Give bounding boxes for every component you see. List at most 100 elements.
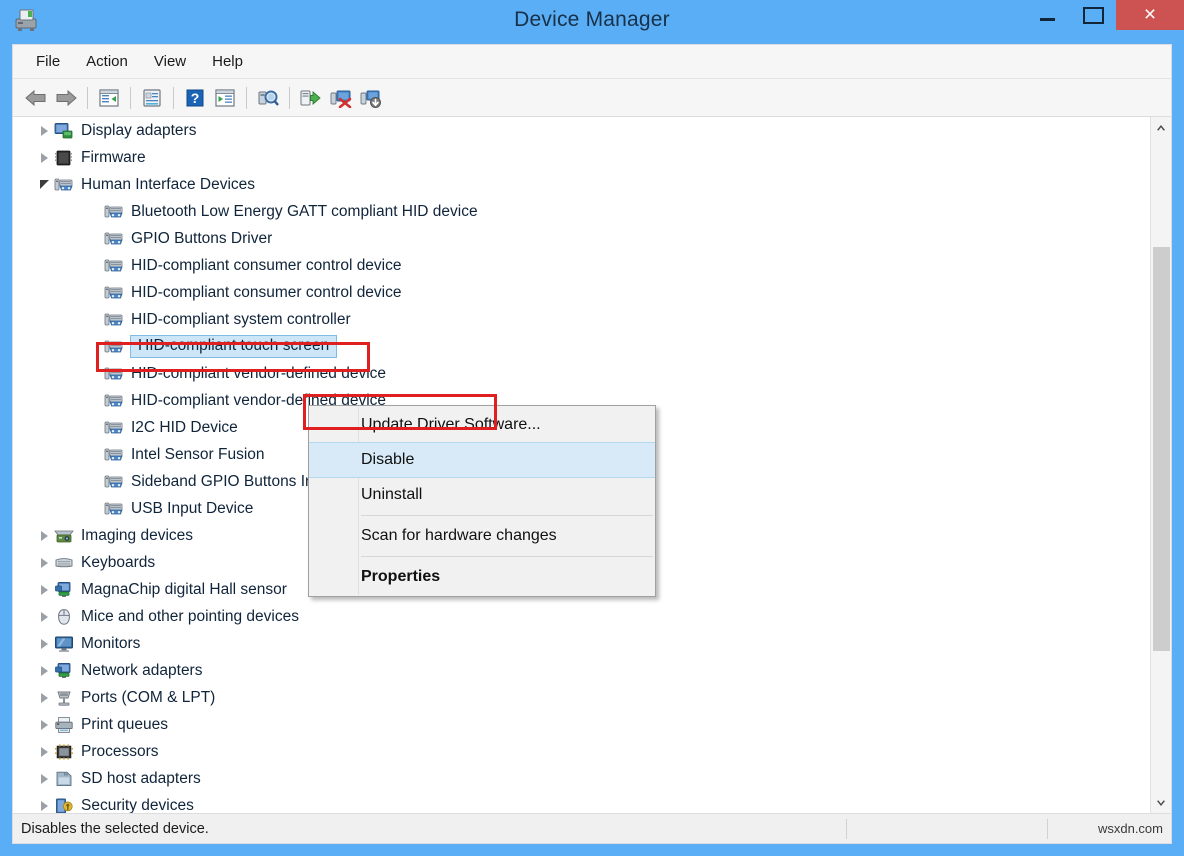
tree-indent <box>85 441 103 468</box>
vertical-scrollbar[interactable] <box>1150 117 1171 813</box>
tree-node[interactable]: Monitors <box>13 630 1149 657</box>
disable-device-icon[interactable] <box>326 84 356 112</box>
firmware-chip-icon <box>53 148 75 168</box>
forward-arrow-icon[interactable] <box>51 84 81 112</box>
context-menu[interactable]: Update Driver Software... Disable Uninst… <box>308 405 656 597</box>
tree-node[interactable]: Human Interface Devices <box>13 171 1149 198</box>
context-menu-item-update-driver[interactable]: Update Driver Software... <box>309 408 655 442</box>
uninstall-device-icon[interactable] <box>356 84 386 112</box>
monitor-icon <box>53 634 75 654</box>
chevron-right-icon[interactable] <box>35 657 53 684</box>
tree-node[interactable]: Firmware <box>13 144 1149 171</box>
tree-node-label: Ports (COM & LPT) <box>81 689 223 707</box>
chevron-right-icon[interactable] <box>35 738 53 765</box>
tree-node[interactable]: Network adapters <box>13 657 1149 684</box>
tree-node-label: Print queues <box>81 716 176 734</box>
maximize-button[interactable] <box>1070 0 1116 30</box>
scroll-up-icon[interactable] <box>1151 117 1171 137</box>
watermark: wsxdn.com <box>1048 821 1171 836</box>
maximize-icon <box>1083 7 1104 24</box>
tree-node-label: HID-compliant touch screen <box>130 335 337 358</box>
chevron-right-icon[interactable] <box>35 522 53 549</box>
menu-action[interactable]: Action <box>73 49 141 74</box>
hid-icon <box>53 175 75 195</box>
network-adapter-icon <box>53 661 75 681</box>
tree-indent <box>85 279 103 306</box>
scan-for-hardware-changes-icon[interactable] <box>253 84 283 112</box>
scrollbar-thumb[interactable] <box>1153 247 1170 651</box>
context-menu-item-properties[interactable]: Properties <box>309 560 655 594</box>
status-bar: Disables the selected device. wsxdn.com <box>13 813 1171 843</box>
chevron-right-icon[interactable] <box>35 144 53 171</box>
tree-indent <box>85 387 103 414</box>
tree-indent <box>85 225 103 252</box>
tree-node[interactable]: Print queues <box>13 711 1149 738</box>
chevron-right-icon[interactable] <box>35 117 53 144</box>
hid-icon <box>103 256 125 276</box>
chevron-right-icon[interactable] <box>35 549 53 576</box>
context-menu-item-uninstall[interactable]: Uninstall <box>309 478 655 512</box>
action-menu-icon[interactable] <box>210 84 240 112</box>
tree-node[interactable]: HID-compliant vendor-defined device <box>13 360 1149 387</box>
tree-node[interactable]: Ports (COM & LPT) <box>13 684 1149 711</box>
tree-node-label: Monitors <box>81 635 148 653</box>
chevron-right-icon[interactable] <box>35 684 53 711</box>
help-icon[interactable]: ? <box>180 84 210 112</box>
toolbar-separator <box>246 87 247 109</box>
chevron-right-icon[interactable] <box>35 792 53 813</box>
tree-node[interactable]: SD host adapters <box>13 765 1149 792</box>
tree-node-label: SD host adapters <box>81 770 209 788</box>
tree-node[interactable]: Processors <box>13 738 1149 765</box>
processor-icon <box>53 742 75 762</box>
menu-bar: File Action View Help <box>13 45 1171 79</box>
context-menu-item-disable[interactable]: Disable <box>309 442 655 478</box>
toolbar-separator <box>289 87 290 109</box>
tree-node[interactable]: Display adapters <box>13 117 1149 144</box>
chevron-right-icon[interactable] <box>35 711 53 738</box>
tree-node-label: Security devices <box>81 797 202 814</box>
tree-node[interactable]: Bluetooth Low Energy GATT compliant HID … <box>13 198 1149 225</box>
tree-node[interactable]: Security devices <box>13 792 1149 813</box>
tree-indent <box>85 468 103 495</box>
properties-icon[interactable] <box>137 84 167 112</box>
hid-icon <box>103 283 125 303</box>
hid-icon <box>103 310 125 330</box>
close-button[interactable]: × <box>1116 0 1184 30</box>
tree-node-selected[interactable]: HID-compliant touch screen <box>13 333 1149 360</box>
tree-node-label: GPIO Buttons Driver <box>131 230 280 248</box>
chevron-right-icon[interactable] <box>35 576 53 603</box>
tree-node[interactable]: HID-compliant system controller <box>13 306 1149 333</box>
tree-indent <box>85 360 103 387</box>
chevron-right-icon[interactable] <box>35 630 53 657</box>
scroll-down-icon[interactable] <box>1151 793 1171 813</box>
toolbar-separator <box>130 87 131 109</box>
tree-node-label: USB Input Device <box>131 500 261 518</box>
back-arrow-icon[interactable] <box>21 84 51 112</box>
minimize-button[interactable] <box>1024 0 1070 30</box>
tree-node[interactable]: GPIO Buttons Driver <box>13 225 1149 252</box>
update-driver-icon[interactable] <box>296 84 326 112</box>
chevron-right-icon[interactable] <box>35 765 53 792</box>
menu-view[interactable]: View <box>141 49 199 74</box>
chevron-down-icon[interactable] <box>35 171 53 198</box>
hid-icon <box>103 229 125 249</box>
tree-node-label: Intel Sensor Fusion <box>131 446 273 464</box>
tree-node-label: HID-compliant consumer control device <box>131 257 410 275</box>
show-hide-console-tree-icon[interactable] <box>94 84 124 112</box>
tree-node[interactable]: Mice and other pointing devices <box>13 603 1149 630</box>
hid-icon <box>103 445 125 465</box>
tree-node[interactable]: HID-compliant consumer control device <box>13 252 1149 279</box>
hid-icon <box>103 499 125 519</box>
menu-help[interactable]: Help <box>199 49 256 74</box>
context-menu-separator <box>361 556 653 557</box>
tree-node-label: HID-compliant consumer control device <box>131 284 410 302</box>
hid-icon <box>103 472 125 492</box>
context-menu-item-scan-hardware[interactable]: Scan for hardware changes <box>309 519 655 553</box>
tree-node[interactable]: HID-compliant consumer control device <box>13 279 1149 306</box>
chevron-right-icon[interactable] <box>35 603 53 630</box>
menu-file[interactable]: File <box>23 49 73 74</box>
tree-indent <box>85 495 103 522</box>
tree-node-label: Mice and other pointing devices <box>81 608 307 626</box>
tree-node-label: Bluetooth Low Energy GATT compliant HID … <box>131 203 486 221</box>
toolbar-separator <box>173 87 174 109</box>
